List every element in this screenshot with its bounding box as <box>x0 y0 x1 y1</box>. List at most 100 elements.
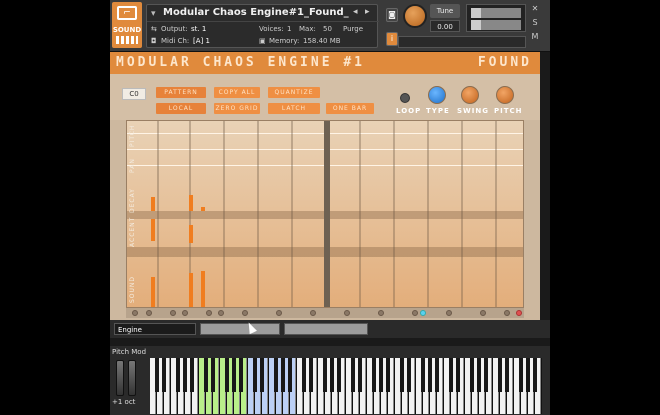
black-key[interactable] <box>400 358 404 392</box>
black-key[interactable] <box>477 358 481 392</box>
latch-button[interactable]: LATCH <box>268 103 320 114</box>
pan-row-label: PAN <box>129 158 136 173</box>
output-select[interactable]: st. 1 <box>191 25 206 33</box>
accent-step[interactable] <box>151 197 155 211</box>
one-bar-button[interactable]: ONE BAR <box>326 103 374 114</box>
step-led <box>504 310 510 316</box>
black-key[interactable] <box>330 358 334 392</box>
black-key[interactable] <box>288 358 292 392</box>
black-key[interactable] <box>435 358 439 392</box>
black-key[interactable] <box>470 358 474 392</box>
memory-label: Memory: <box>269 37 300 45</box>
midi-icon: ◘ <box>151 37 157 45</box>
black-key[interactable] <box>204 358 208 392</box>
black-key[interactable] <box>498 358 502 392</box>
black-key[interactable] <box>358 358 362 392</box>
midi-channel-select[interactable]: [A] 1 <box>193 37 210 45</box>
pan-volume-strip[interactable] <box>398 36 526 48</box>
black-key[interactable] <box>337 358 341 392</box>
black-key[interactable] <box>421 358 425 392</box>
black-key[interactable] <box>323 358 327 392</box>
bar-divider <box>324 121 330 307</box>
black-key[interactable] <box>274 358 278 392</box>
accent-step[interactable] <box>189 225 193 243</box>
pitch-knob[interactable] <box>496 86 514 104</box>
solo-button[interactable]: S <box>530 18 540 28</box>
close-icon[interactable]: ✕ <box>530 4 540 14</box>
purge-menu[interactable]: Purge <box>343 25 363 33</box>
pattern-menu[interactable]: PATTERN <box>156 87 206 98</box>
type-knob[interactable] <box>428 86 446 104</box>
step-led <box>378 310 384 316</box>
loop-led[interactable] <box>400 93 410 103</box>
black-key[interactable] <box>302 358 306 392</box>
meter-left-bar <box>471 8 521 18</box>
black-key[interactable] <box>183 358 187 392</box>
black-key[interactable] <box>533 358 537 392</box>
black-key[interactable] <box>386 358 390 392</box>
output-label: Output: <box>161 25 188 33</box>
black-key[interactable] <box>190 358 194 392</box>
tab-2[interactable] <box>200 323 280 335</box>
black-key[interactable] <box>372 358 376 392</box>
black-key[interactable] <box>309 358 313 392</box>
info-icon[interactable]: i <box>386 32 398 46</box>
step-led <box>242 310 248 316</box>
black-key[interactable] <box>162 358 166 392</box>
black-key[interactable] <box>505 358 509 392</box>
black-key[interactable] <box>232 358 236 392</box>
swing-knob[interactable] <box>461 86 479 104</box>
black-key[interactable] <box>351 358 355 392</box>
black-key[interactable] <box>155 358 159 392</box>
black-key[interactable] <box>526 358 530 392</box>
black-key[interactable] <box>456 358 460 392</box>
mute-button[interactable]: M <box>530 32 540 42</box>
zero-grid-button[interactable]: ZERO GRID <box>214 103 260 114</box>
sound-step[interactable] <box>189 273 193 307</box>
black-key[interactable] <box>407 358 411 392</box>
step-led <box>276 310 282 316</box>
local-menu[interactable]: LOCAL <box>156 103 206 114</box>
camera-icon[interactable]: ◙ <box>386 8 398 22</box>
pitch-mod-label: Pitch Mod <box>112 348 147 356</box>
quantize-button[interactable]: QUANTIZE <box>268 87 320 98</box>
sequencer-grid[interactable]: PITCH PAN DECAY ACCENT SOUND <box>126 120 524 308</box>
mod-wheel[interactable] <box>128 360 136 396</box>
accent-step[interactable] <box>201 207 205 211</box>
prev-instrument-button[interactable]: ◂ <box>353 7 358 17</box>
black-key[interactable] <box>239 358 243 392</box>
black-key[interactable] <box>519 358 523 392</box>
beat-line <box>359 121 361 307</box>
black-key[interactable] <box>211 358 215 392</box>
control-strip: C0 PATTERN COPY ALL QUANTIZE LOCAL ZERO … <box>110 74 540 120</box>
black-key[interactable] <box>225 358 229 392</box>
instrument-name[interactable]: Modular Chaos Engine#1_Found_ <box>163 7 349 18</box>
step-led <box>344 310 350 316</box>
black-key[interactable] <box>484 358 488 392</box>
max-voices-value[interactable]: 50 <box>323 25 332 33</box>
sound-step[interactable] <box>201 271 205 307</box>
tune-knob[interactable] <box>403 4 427 28</box>
octave-shift-label[interactable]: +1 oct <box>112 398 135 406</box>
black-key[interactable] <box>176 358 180 392</box>
black-key[interactable] <box>260 358 264 392</box>
black-key[interactable] <box>253 358 257 392</box>
collapse-arrow-icon[interactable]: ▾ <box>151 9 156 19</box>
accent-step[interactable] <box>151 219 155 241</box>
accent-step[interactable] <box>189 195 193 211</box>
black-key[interactable] <box>379 358 383 392</box>
instrument-header: ⌐ SOUND ▾ Modular Chaos Engine#1_Found_ … <box>110 0 550 52</box>
next-instrument-button[interactable]: ▸ <box>365 7 370 17</box>
pitch-wheel[interactable] <box>116 360 124 396</box>
piano-keyboard[interactable] <box>150 358 542 414</box>
instrument-logo[interactable]: ⌐ SOUND <box>112 2 142 48</box>
copy-all-button[interactable]: COPY ALL <box>214 87 260 98</box>
sound-step[interactable] <box>151 277 155 307</box>
root-note-field[interactable]: C0 <box>122 88 146 100</box>
black-key[interactable] <box>449 358 453 392</box>
black-key[interactable] <box>428 358 432 392</box>
tab-3[interactable] <box>284 323 368 335</box>
tab-engine[interactable]: Engine <box>114 323 196 335</box>
black-key[interactable] <box>281 358 285 392</box>
tune-value[interactable]: 0.00 <box>430 20 460 32</box>
